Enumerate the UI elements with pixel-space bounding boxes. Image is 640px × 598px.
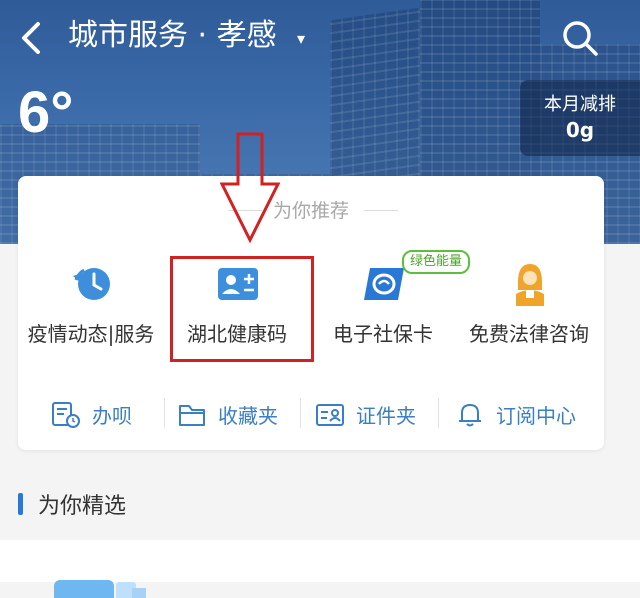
back-icon[interactable]	[16, 20, 48, 56]
action-label: 订阅中心	[496, 404, 576, 428]
service-label: 免费法律咨询	[469, 322, 589, 346]
document-clock-icon	[52, 402, 80, 428]
action-label: 证件夹	[356, 404, 416, 428]
recommend-title: 为你推荐	[272, 200, 349, 222]
service-label: 疫情动态|服务	[27, 322, 155, 346]
emission-label: 本月减排	[544, 94, 616, 115]
top-bar: 城市服务 · 孝感 ▾	[0, 0, 640, 80]
quick-actions: 办呗 收藏夹 证件夹 订阅中心	[18, 394, 604, 434]
emission-panel[interactable]: 本月减排 0g	[520, 80, 640, 156]
emission-value: 0g	[565, 118, 595, 142]
temperature: 6°	[18, 80, 74, 145]
service-label: 电子社保卡	[333, 322, 433, 346]
green-energy-badge: 绿色能量	[402, 250, 471, 274]
illustration-icon	[54, 580, 146, 598]
section-title: 为你精选	[38, 494, 127, 519]
id-card-icon	[316, 404, 344, 426]
clock-history-icon	[73, 268, 110, 300]
action-label: 办呗	[92, 404, 132, 428]
judge-icon	[516, 264, 544, 306]
down-arrow-annotation	[220, 132, 280, 244]
chevron-down-icon[interactable]: ▾	[297, 29, 305, 48]
bell-icon	[459, 404, 481, 427]
social-security-card-icon	[364, 268, 404, 300]
featured-card[interactable]	[0, 540, 640, 598]
divider	[364, 210, 398, 211]
search-icon[interactable]	[560, 18, 600, 58]
page-title[interactable]: 城市服务 · 孝感	[68, 14, 277, 58]
highlight-box	[170, 256, 314, 362]
folder-icon	[179, 405, 205, 426]
action-label: 收藏夹	[218, 404, 278, 428]
section-accent-bar	[18, 493, 23, 515]
